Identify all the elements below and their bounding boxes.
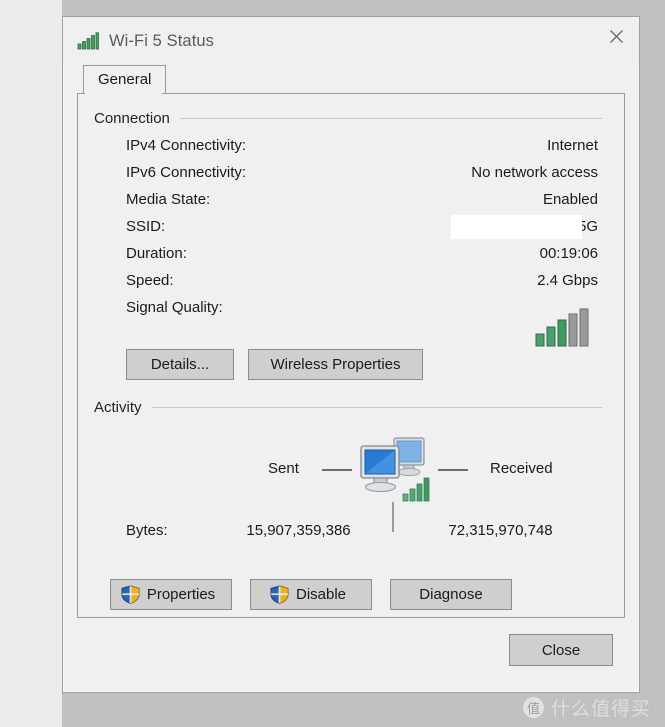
ipv6-connectivity-label: IPv6 Connectivity: (126, 164, 247, 181)
watermark-text: 什么值得买 (550, 698, 651, 720)
dialog-footer: Close (63, 616, 639, 692)
connection-group: Connection IPv4 Connectivity: Internet I… (94, 110, 602, 347)
connection-group-header: Connection (94, 110, 602, 127)
table-row: Speed: 2.4 Gbps (94, 272, 602, 299)
details-button[interactable]: Details... (126, 349, 234, 380)
bytes-sent-value: 15,907,359,386 (246, 522, 351, 539)
action-buttons: Properties Disable Diagnose (110, 579, 512, 610)
sent-label: Sent (268, 460, 299, 477)
tab-general-label: General (98, 71, 152, 88)
uac-shield-icon (121, 585, 140, 604)
media-state-value: Enabled (542, 191, 598, 208)
ipv4-connectivity-label: IPv4 Connectivity: (126, 137, 247, 154)
connection-rows: IPv4 Connectivity: Internet IPv6 Connect… (94, 137, 602, 347)
tab-strip: General (77, 65, 625, 93)
wireless-properties-button[interactable]: Wireless Properties (248, 349, 423, 380)
activity-group-header: Activity (94, 399, 602, 416)
tab-seam-mask (85, 93, 162, 95)
activity-graphic: Sent Received Bytes: 15,907,359,386 72,3… (94, 422, 602, 539)
table-row: Media State: Enabled (94, 191, 602, 218)
activity-group-label: Activity (94, 399, 142, 416)
bytes-label: Bytes: (126, 522, 168, 539)
speed-value: 2.4 Gbps (537, 272, 598, 289)
bytes-row: Bytes: 15,907,359,386 72,315,970,748 (94, 522, 602, 539)
table-row: Signal Quality: (94, 299, 602, 347)
tab-panel-general: Connection IPv4 Connectivity: Internet I… (77, 93, 625, 618)
sent-dash (322, 469, 352, 471)
window-title: Wi-Fi 5 Status (109, 31, 215, 50)
ipv4-connectivity-value: Internet (547, 137, 598, 154)
bytes-received-value: 72,315,970,748 (448, 522, 553, 539)
table-row: SSID: 5G (94, 215, 602, 245)
two-computers-icon (360, 437, 430, 502)
diagnose-button[interactable]: Diagnose (390, 579, 512, 610)
close-window-button[interactable] (593, 17, 639, 55)
connection-group-label: Connection (94, 110, 170, 127)
wifi-status-dialog: Wi-Fi 5 Status General Connection IPv4 C… (62, 16, 640, 693)
disable-button[interactable]: Disable (250, 579, 372, 610)
received-label: Received (490, 460, 553, 477)
signal-quality-bars-icon (535, 308, 589, 347)
speed-label: Speed: (126, 272, 174, 289)
connection-group-rule (179, 118, 602, 119)
connection-buttons: Details... Wireless Properties (126, 349, 423, 380)
table-row: IPv6 Connectivity: No network access (94, 164, 602, 191)
title-bar: Wi-Fi 5 Status (63, 17, 639, 65)
properties-button-label: Properties (146, 586, 216, 603)
signal-quality-label: Signal Quality: (126, 299, 223, 316)
close-button[interactable]: Close (509, 634, 613, 666)
duration-label: Duration: (126, 245, 187, 262)
activity-group-rule (151, 407, 602, 408)
watermark-logo: 值 (522, 697, 544, 718)
uac-shield-icon (270, 585, 289, 604)
ipv6-connectivity-value: No network access (471, 164, 598, 181)
properties-button[interactable]: Properties (110, 579, 232, 610)
ssid-label: SSID: (126, 218, 166, 235)
table-row: Duration: 00:19:06 (94, 245, 602, 272)
ssid-redaction-box (451, 215, 582, 239)
duration-value: 00:19:06 (539, 245, 598, 262)
media-state-label: Media State: (126, 191, 211, 208)
received-dash (438, 469, 468, 471)
activity-group: Activity Sent Received Bytes: 15,907,359… (94, 399, 602, 539)
table-row: IPv4 Connectivity: Internet (94, 137, 602, 164)
watermark: 值 什么值得买 (522, 694, 651, 721)
signal-bars-icon (77, 32, 99, 50)
tab-general[interactable]: General (83, 65, 167, 93)
ssid-value: 5G (394, 215, 602, 239)
close-icon (609, 29, 623, 43)
disable-button-label: Disable (295, 586, 347, 603)
